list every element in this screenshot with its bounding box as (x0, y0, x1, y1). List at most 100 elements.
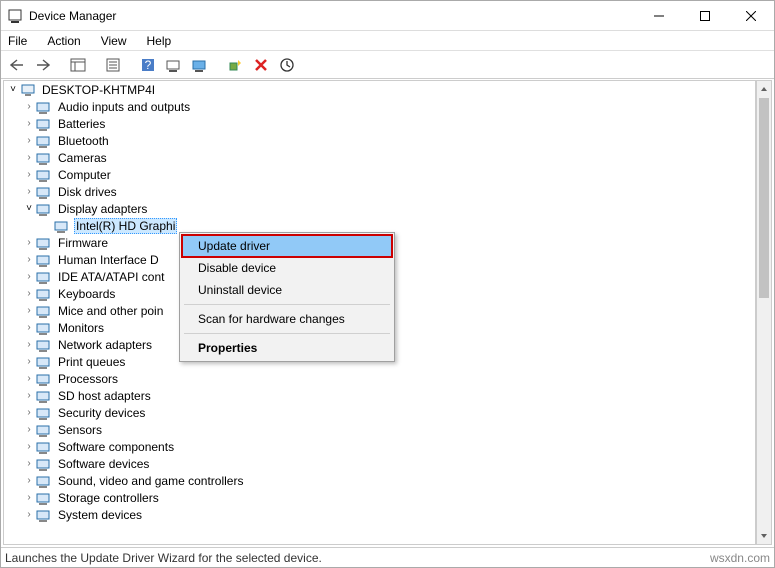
category-label: Sensors (56, 423, 104, 437)
statusbar: Launches the Update Driver Wizard for th… (1, 547, 774, 567)
chevron-right-icon[interactable]: › (22, 254, 36, 265)
scroll-up-button[interactable] (757, 81, 771, 97)
category-icon (36, 439, 52, 455)
chevron-right-icon[interactable]: › (22, 135, 36, 146)
minimize-button[interactable] (636, 1, 682, 31)
maximize-button[interactable] (682, 1, 728, 31)
context-menu-item[interactable]: Disable device (182, 257, 392, 279)
chevron-down-icon[interactable]: ˅ (6, 84, 20, 95)
chevron-down-icon[interactable]: ˅ (22, 203, 36, 214)
forward-button[interactable] (31, 54, 54, 76)
chevron-right-icon[interactable]: › (22, 492, 36, 503)
category-label: Print queues (56, 355, 127, 369)
context-menu-item[interactable]: Scan for hardware changes (182, 308, 392, 330)
context-menu-item[interactable]: Update driver (182, 235, 392, 257)
chevron-right-icon[interactable]: › (22, 509, 36, 520)
category-icon (36, 201, 52, 217)
chevron-right-icon[interactable]: › (22, 475, 36, 486)
computer-icon (20, 82, 36, 98)
tree-category[interactable]: › Sound, video and game controllers (4, 472, 755, 489)
menu-help[interactable]: Help (144, 32, 175, 50)
chevron-right-icon[interactable]: › (22, 152, 36, 163)
tree-category[interactable]: › Software components (4, 438, 755, 455)
scroll-thumb[interactable] (759, 98, 769, 298)
help-button[interactable]: ? (136, 54, 159, 76)
tree-category[interactable]: ›Software devices (4, 455, 755, 472)
scan-button[interactable] (162, 54, 185, 76)
category-label: Human Interface D (56, 253, 161, 267)
tree-category[interactable]: ›Processors (4, 370, 755, 387)
chevron-right-icon[interactable]: › (22, 407, 36, 418)
chevron-right-icon[interactable]: › (22, 305, 36, 316)
tree-category[interactable]: ›System devices (4, 506, 755, 523)
category-icon (36, 167, 52, 183)
tree-category[interactable]: › Security devices (4, 404, 755, 421)
properties-button[interactable] (101, 54, 124, 76)
category-icon (36, 490, 52, 506)
device-icon (54, 218, 70, 234)
vertical-scrollbar[interactable] (756, 80, 772, 545)
category-icon (36, 252, 52, 268)
window-title: Device Manager (29, 9, 636, 23)
enable-device-button[interactable] (223, 54, 246, 76)
close-button[interactable] (728, 1, 774, 31)
tree-category[interactable]: ›Audio inputs and outputs (4, 98, 755, 115)
context-menu-item[interactable]: Properties (182, 337, 392, 359)
menu-file[interactable]: File (5, 32, 30, 50)
category-icon (36, 473, 52, 489)
device-label: Intel(R) HD Graphi (74, 218, 177, 234)
back-button[interactable] (5, 54, 28, 76)
tree-category[interactable]: ˅Display adapters (4, 200, 755, 217)
watermark: wsxdn.com (710, 551, 770, 565)
menubar: File Action View Help (1, 31, 774, 51)
tree-category[interactable]: ›Computer (4, 166, 755, 183)
chevron-right-icon[interactable]: › (22, 458, 36, 469)
chevron-right-icon[interactable]: › (22, 186, 36, 197)
category-label: Sound, video and game controllers (56, 474, 245, 488)
category-icon (36, 133, 52, 149)
chevron-right-icon[interactable]: › (22, 373, 36, 384)
chevron-right-icon[interactable]: › (22, 101, 36, 112)
tree-root[interactable]: ˅ DESKTOP-KHTMP4I (4, 81, 755, 98)
tree-category[interactable]: ›Bluetooth (4, 132, 755, 149)
category-icon (36, 422, 52, 438)
tree-category[interactable]: › Sensors (4, 421, 755, 438)
chevron-right-icon[interactable]: › (22, 288, 36, 299)
category-label: Mice and other poin (56, 304, 165, 318)
category-label: Monitors (56, 321, 106, 335)
tree-category[interactable]: ›Storage controllers (4, 489, 755, 506)
statusbar-text: Launches the Update Driver Wizard for th… (5, 551, 322, 565)
tree-category[interactable]: › Disk drives (4, 183, 755, 200)
menu-view[interactable]: View (98, 32, 130, 50)
tree-root-label: DESKTOP-KHTMP4I (40, 83, 157, 97)
menu-action[interactable]: Action (44, 32, 83, 50)
chevron-right-icon[interactable]: › (22, 424, 36, 435)
chevron-right-icon[interactable]: › (22, 271, 36, 282)
chevron-right-icon[interactable]: › (22, 322, 36, 333)
tree-category[interactable]: ›SD host adapters (4, 387, 755, 404)
update-driver-button[interactable] (188, 54, 211, 76)
chevron-right-icon[interactable]: › (22, 356, 36, 367)
category-icon (36, 150, 52, 166)
uninstall-button[interactable] (249, 54, 272, 76)
category-icon (36, 184, 52, 200)
chevron-right-icon[interactable]: › (22, 441, 36, 452)
context-menu-item[interactable]: Uninstall device (182, 279, 392, 301)
chevron-right-icon[interactable]: › (22, 390, 36, 401)
svg-text:?: ? (144, 58, 151, 72)
category-icon (36, 507, 52, 523)
category-label: Security devices (56, 406, 147, 420)
category-label: Disk drives (56, 185, 119, 199)
chevron-right-icon[interactable]: › (22, 118, 36, 129)
category-label: Network adapters (56, 338, 154, 352)
scan-hardware-button[interactable] (275, 54, 298, 76)
tree-category[interactable]: ›Cameras (4, 149, 755, 166)
scroll-down-button[interactable] (757, 528, 771, 544)
chevron-right-icon[interactable]: › (22, 169, 36, 180)
context-menu: Update driverDisable deviceUninstall dev… (179, 232, 395, 362)
tree-category[interactable]: ›Batteries (4, 115, 755, 132)
chevron-right-icon[interactable]: › (22, 339, 36, 350)
chevron-right-icon[interactable]: › (22, 237, 36, 248)
category-label: Software components (56, 440, 176, 454)
show-hide-button[interactable] (66, 54, 89, 76)
